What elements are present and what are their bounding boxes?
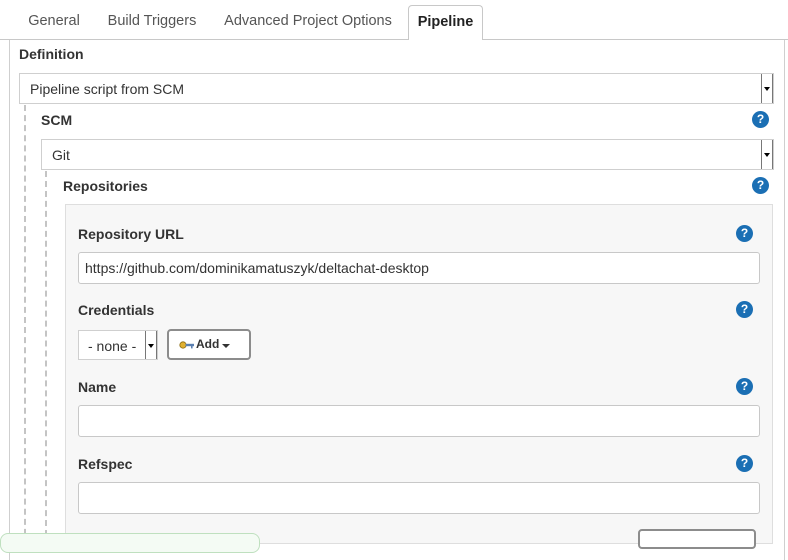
add-credentials-button[interactable]: Add [167, 329, 251, 360]
key-icon [179, 341, 194, 349]
advanced-button[interactable] [638, 529, 756, 549]
tab-pipeline[interactable]: Pipeline [408, 5, 483, 41]
chevron-down-icon [145, 331, 157, 359]
name-input[interactable] [78, 405, 760, 437]
name-help-icon[interactable]: ? [736, 378, 753, 395]
refspec-help-icon[interactable]: ? [736, 455, 753, 472]
notification-bar [0, 533, 260, 553]
credentials-select[interactable]: - none - [78, 330, 158, 360]
definition-select-value: Pipeline script from SCM [30, 81, 185, 97]
name-label: Name [78, 379, 117, 395]
tab-general[interactable]: General [17, 5, 91, 39]
repositories-label: Repositories [63, 178, 148, 194]
tab-build-triggers[interactable]: Build Triggers [100, 5, 204, 39]
nesting-guide-scm [45, 171, 47, 546]
refspec-input[interactable] [78, 482, 760, 514]
tab-bar: General Build Triggers Advanced Project … [0, 0, 788, 41]
credentials-label: Credentials [78, 302, 155, 318]
chevron-down-icon [761, 140, 773, 169]
repository-url-input[interactable]: https://github.com/dominikamatuszyk/delt… [78, 252, 760, 284]
refspec-label: Refspec [78, 456, 133, 472]
scm-select-value: Git [52, 147, 70, 163]
scm-select[interactable]: Git [41, 139, 774, 170]
add-credentials-label: Add [196, 337, 220, 351]
repositories-help-icon[interactable]: ? [752, 177, 769, 194]
tab-advanced-project-options[interactable]: Advanced Project Options [215, 5, 401, 39]
repository-url-help-icon[interactable]: ? [736, 225, 753, 242]
definition-label: Definition [19, 46, 84, 62]
credentials-select-value: - none - [88, 338, 137, 354]
definition-select[interactable]: Pipeline script from SCM [19, 73, 774, 104]
repository-url-label: Repository URL [78, 226, 184, 242]
scm-label: SCM [41, 112, 73, 128]
chevron-down-icon [761, 74, 773, 103]
scm-help-icon[interactable]: ? [752, 111, 769, 128]
nesting-guide-definition [24, 105, 26, 545]
credentials-help-icon[interactable]: ? [736, 301, 753, 318]
caret-down-icon [222, 344, 230, 348]
